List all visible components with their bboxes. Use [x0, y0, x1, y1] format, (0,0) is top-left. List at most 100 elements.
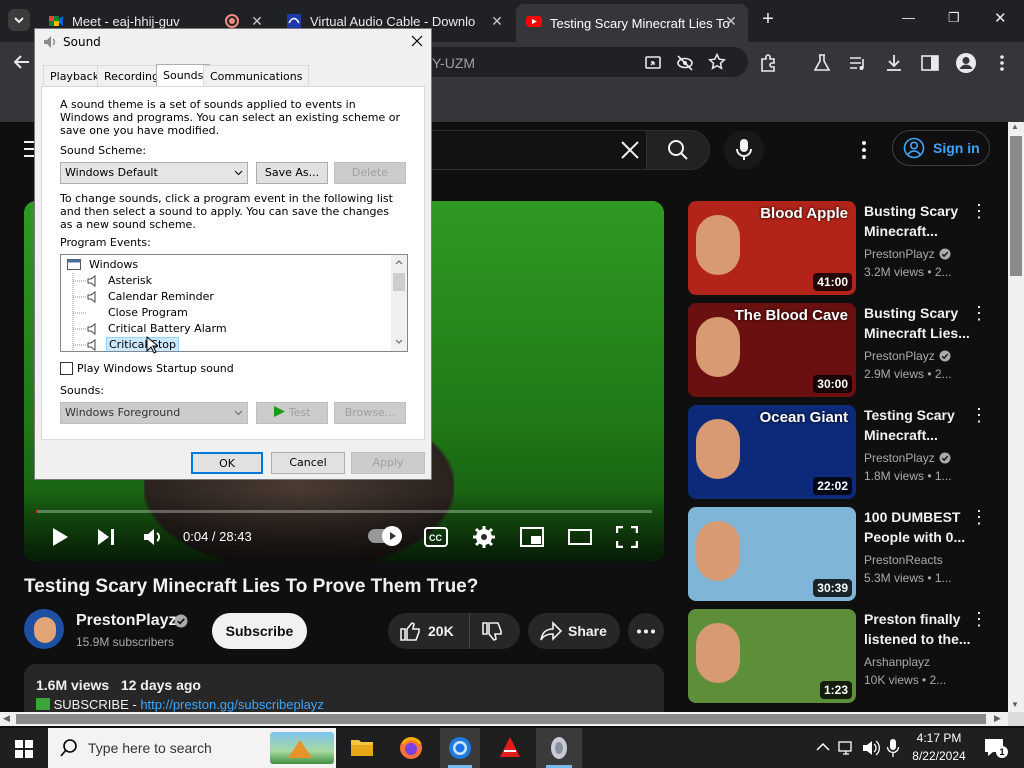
related-channel[interactable]: PrestonPlayz: [864, 349, 935, 363]
microphone-tray-icon[interactable]: [886, 738, 900, 758]
more-vert-icon[interactable]: ⋮: [970, 609, 988, 630]
settings-more-icon[interactable]: [856, 140, 872, 160]
thumbs-down-icon[interactable]: [482, 622, 502, 642]
clock-date[interactable]: 8/22/2024: [904, 749, 974, 763]
captions-icon[interactable]: CC: [424, 527, 448, 547]
scroll-up-arrow-icon[interactable]: [395, 259, 403, 265]
chrome-taskbar-button[interactable]: [440, 728, 480, 768]
labs-flask-icon[interactable]: [812, 53, 832, 73]
star-icon[interactable]: [708, 53, 726, 71]
media-controls-icon[interactable]: [848, 53, 868, 73]
tab-search-button[interactable]: [8, 9, 30, 31]
theater-mode-icon[interactable]: [568, 529, 592, 545]
event-item[interactable]: Calendar Reminder: [61, 289, 391, 305]
network-icon[interactable]: [838, 740, 856, 756]
profile-avatar-icon[interactable]: [955, 52, 977, 74]
related-channel[interactable]: PrestonReacts: [864, 553, 943, 567]
horizontal-scroll-thumb[interactable]: [16, 714, 986, 724]
chevron-up-icon[interactable]: [816, 742, 830, 752]
taskbar-search-box[interactable]: Type here to search: [48, 728, 336, 768]
vertical-scrollbar[interactable]: ▲ ▼: [1008, 122, 1024, 712]
save-as-button[interactable]: Save As...: [256, 162, 328, 184]
scroll-up-arrow-icon[interactable]: ▲: [1011, 122, 1019, 131]
scroll-right-arrow-icon[interactable]: ▶: [994, 713, 1001, 724]
startup-sound-checkbox[interactable]: [60, 362, 73, 375]
next-icon[interactable]: [96, 528, 116, 546]
more-vert-icon[interactable]: [994, 53, 1010, 73]
extensions-icon[interactable]: [758, 53, 778, 73]
sign-in-button[interactable]: Sign in: [892, 130, 990, 166]
event-item[interactable]: Close Program: [61, 305, 391, 321]
description-link[interactable]: http://preston.gg/subscribeplayz: [140, 697, 324, 712]
more-actions-button[interactable]: [628, 613, 664, 649]
volume-icon[interactable]: [142, 526, 164, 548]
related-title[interactable]: Preston finally listened to the...: [864, 609, 972, 649]
download-icon[interactable]: [884, 53, 904, 73]
voice-search-button[interactable]: [724, 130, 764, 170]
subscribe-button[interactable]: Subscribe: [212, 613, 307, 649]
fullscreen-icon[interactable]: [616, 526, 638, 548]
windows-start-icon[interactable]: [15, 740, 33, 758]
volume-tray-icon[interactable]: [862, 739, 880, 757]
apply-button[interactable]: Apply: [351, 452, 425, 474]
related-channel[interactable]: PrestonPlayz: [864, 247, 935, 261]
vertical-scroll-thumb[interactable]: [1010, 136, 1022, 276]
sound-settings-taskbar-button[interactable]: [536, 728, 582, 768]
related-title[interactable]: 100 DUMBEST People with 0...: [864, 507, 972, 547]
event-item[interactable]: Asterisk: [61, 273, 391, 289]
scroll-left-arrow-icon[interactable]: ◀: [3, 713, 10, 724]
close-icon[interactable]: [411, 35, 423, 47]
browse-button[interactable]: Browse...: [334, 402, 406, 424]
event-group[interactable]: Windows: [61, 257, 391, 273]
clock-time[interactable]: 4:17 PM: [904, 731, 974, 745]
test-button[interactable]: Test: [256, 402, 328, 424]
close-icon[interactable]: ✕: [488, 12, 506, 30]
related-thumbnail[interactable]: Ocean Giant 22:02: [688, 405, 856, 499]
miniplayer-icon[interactable]: [520, 527, 544, 547]
related-channel[interactable]: Arshanplayz: [864, 655, 930, 669]
related-thumbnail[interactable]: The Blood Cave 30:00: [688, 303, 856, 397]
channel-name[interactable]: PrestonPlayz: [76, 612, 176, 630]
search-button[interactable]: [646, 130, 710, 170]
program-events-list[interactable]: Windows Asterisk Calendar Reminder Close Pr…: [60, 254, 408, 352]
scroll-down-arrow-icon[interactable]: [395, 339, 403, 345]
related-title[interactable]: Busting Scary Minecraft Lies...: [864, 303, 972, 343]
events-scroll-thumb[interactable]: [393, 273, 405, 291]
restore-button[interactable]: ❐: [948, 10, 968, 26]
more-vert-icon[interactable]: ⋮: [970, 507, 988, 528]
related-title[interactable]: Testing Scary Minecraft...: [864, 405, 972, 445]
events-scrollbar[interactable]: [391, 255, 407, 351]
close-window-button[interactable]: ✕: [994, 9, 1014, 27]
cancel-button[interactable]: Cancel: [271, 452, 345, 474]
minimize-button[interactable]: —: [902, 10, 922, 25]
more-vert-icon[interactable]: ⋮: [970, 405, 988, 426]
app-red-icon[interactable]: [498, 736, 522, 760]
search-input[interactable]: [420, 130, 646, 170]
scroll-down-arrow-icon[interactable]: ▼: [1011, 700, 1019, 709]
new-tab-button[interactable]: +: [758, 8, 778, 32]
sounds-select[interactable]: Windows Foreground: [60, 402, 248, 424]
scheme-select[interactable]: Windows Default: [60, 162, 248, 184]
tab-communications[interactable]: Communications: [203, 65, 310, 87]
channel-avatar[interactable]: [24, 609, 64, 649]
related-title[interactable]: Busting Scary Minecraft...: [864, 201, 972, 241]
close-icon[interactable]: ✕: [722, 12, 740, 30]
related-thumbnail[interactable]: 1:23: [688, 609, 856, 703]
eye-off-icon[interactable]: [676, 54, 694, 72]
share-button[interactable]: Share: [528, 613, 620, 649]
delete-button[interactable]: Delete: [334, 162, 406, 184]
related-channel[interactable]: PrestonPlayz: [864, 451, 935, 465]
clear-search-icon[interactable]: [618, 138, 642, 162]
side-panel-icon[interactable]: [920, 53, 940, 73]
progress-track[interactable]: [36, 510, 652, 513]
file-explorer-icon[interactable]: [350, 737, 374, 757]
event-item[interactable]: Critical Stop: [61, 337, 391, 351]
firefox-icon[interactable]: [399, 736, 423, 760]
event-item[interactable]: Critical Battery Alarm: [61, 321, 391, 337]
more-vert-icon[interactable]: ⋮: [970, 303, 988, 324]
back-arrow-icon[interactable]: [12, 52, 32, 72]
related-thumbnail[interactable]: Blood Apple 41:00: [688, 201, 856, 295]
autoplay-toggle[interactable]: [368, 526, 402, 546]
related-thumbnail[interactable]: 30:39: [688, 507, 856, 601]
like-button[interactable]: 20K: [388, 613, 470, 649]
